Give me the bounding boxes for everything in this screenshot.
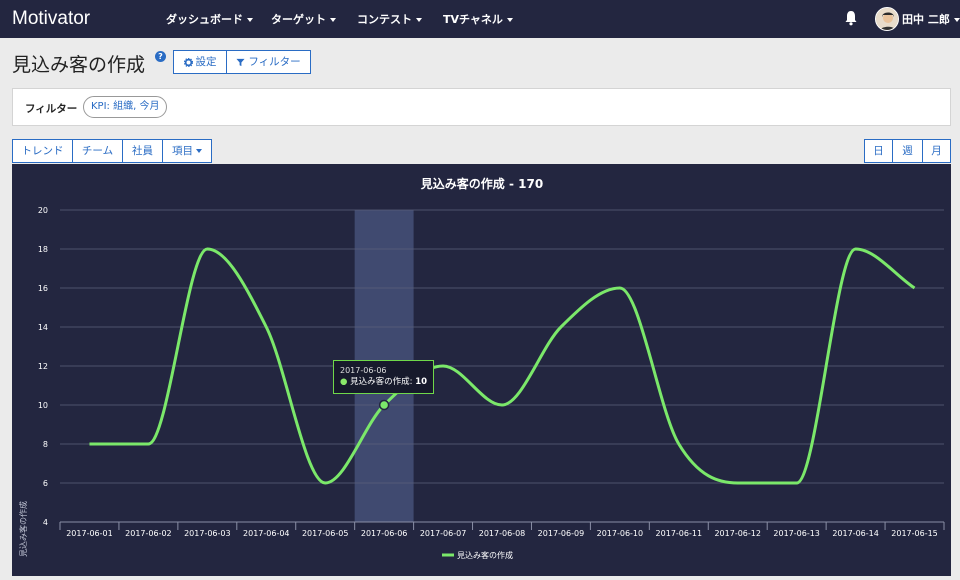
x-tick-label: 2017-06-11 [656,529,703,538]
x-tick-label: 2017-06-03 [184,529,231,538]
x-tick-label: 2017-06-09 [538,529,585,538]
brand-logo[interactable]: Motivator [12,8,90,30]
x-tick-label: 2017-06-15 [891,529,938,538]
top-navbar: Motivator ダッシュボード ターゲット コンテスト TVチャネル 田中 … [0,0,960,38]
tooltip-value: 10 [415,377,428,387]
filter-panel: フィルター KPI: 組織, 今月 [12,88,951,126]
tab-day[interactable]: 日 [864,139,893,163]
tooltip-series-dot: ● [340,377,348,387]
x-tick-label: 2017-06-01 [66,529,113,538]
settings-button[interactable]: 設定 [173,50,227,74]
tab-items-dropdown[interactable]: 項目 [162,139,212,163]
y-tick-label: 14 [38,323,48,332]
chart-title: 見込み客の作成 - 170 [420,176,543,191]
y-axis-label: 見込み客の作成 [18,501,28,557]
tab-staff[interactable]: 社員 [122,139,163,163]
x-tick-label: 2017-06-07 [420,529,467,538]
nav-target[interactable]: ターゲット [271,11,336,27]
x-tick-label: 2017-06-14 [832,529,879,538]
y-tick-label: 12 [38,362,48,371]
page-title: 見込み客の作成 [12,54,146,76]
x-tick-label: 2017-06-02 [125,529,172,538]
x-tick-label: 2017-06-04 [243,529,290,538]
nav-tv-channel[interactable]: TVチャネル [443,11,513,27]
gear-icon [183,57,193,67]
data-point-marker[interactable] [378,399,390,411]
bell-icon[interactable] [844,10,858,26]
y-tick-label: 6 [43,479,48,488]
chevron-down-icon [416,18,422,22]
y-tick-label: 8 [43,440,48,449]
chevron-down-icon [953,18,960,22]
legend-label: 見込み客の作成 [457,550,513,560]
nav-dashboard[interactable]: ダッシュボード [166,11,253,27]
x-tick-label: 2017-06-06 [361,529,408,538]
y-tick-label: 10 [38,401,48,410]
chevron-down-icon [330,18,336,22]
tab-trend[interactable]: トレンド [12,139,73,163]
help-icon[interactable]: ? [155,51,166,62]
tab-team[interactable]: チーム [72,139,123,163]
chart-tooltip: 2017-06-06 ● 見込み客の作成: 10 [333,360,434,394]
x-tick-label: 2017-06-05 [302,529,349,538]
avatar-icon [876,8,898,30]
chart-panel: 4 6 8 10 12 14 16 18 20 2017-06-01 2017-06-02 2017… [12,164,951,576]
user-menu[interactable]: 田中 二郎 [902,11,960,27]
tooltip-series-label: 見込み客の作成: [350,377,413,387]
user-avatar[interactable] [875,7,899,31]
x-tick-label: 2017-06-12 [714,529,761,538]
filter-icon [236,58,245,66]
line-chart[interactable]: 4 6 8 10 12 14 16 18 20 2017-06-01 2017-06-02 2017… [12,164,951,576]
filter-chip-kpi[interactable]: KPI: 組織, 今月 [83,96,168,118]
filter-label: フィルター [25,103,78,115]
y-tick-label: 4 [43,518,48,527]
x-tick-label: 2017-06-08 [479,529,526,538]
x-tick-label: 2017-06-13 [773,529,820,538]
y-tick-label: 20 [38,206,48,215]
legend-item[interactable]: 見込み客の作成 [442,550,513,560]
filter-button[interactable]: フィルター [226,50,311,74]
nav-contest[interactable]: コンテスト [357,11,422,27]
x-tick-label: 2017-06-10 [597,529,644,538]
y-tick-label: 16 [38,284,48,293]
y-tick-label: 18 [38,245,48,254]
tooltip-date: 2017-06-06 [340,366,387,375]
chevron-down-icon [196,149,202,153]
chevron-down-icon [506,18,513,22]
tab-week[interactable]: 週 [892,139,923,163]
chevron-down-icon [247,18,253,22]
tab-month[interactable]: 月 [922,139,951,163]
